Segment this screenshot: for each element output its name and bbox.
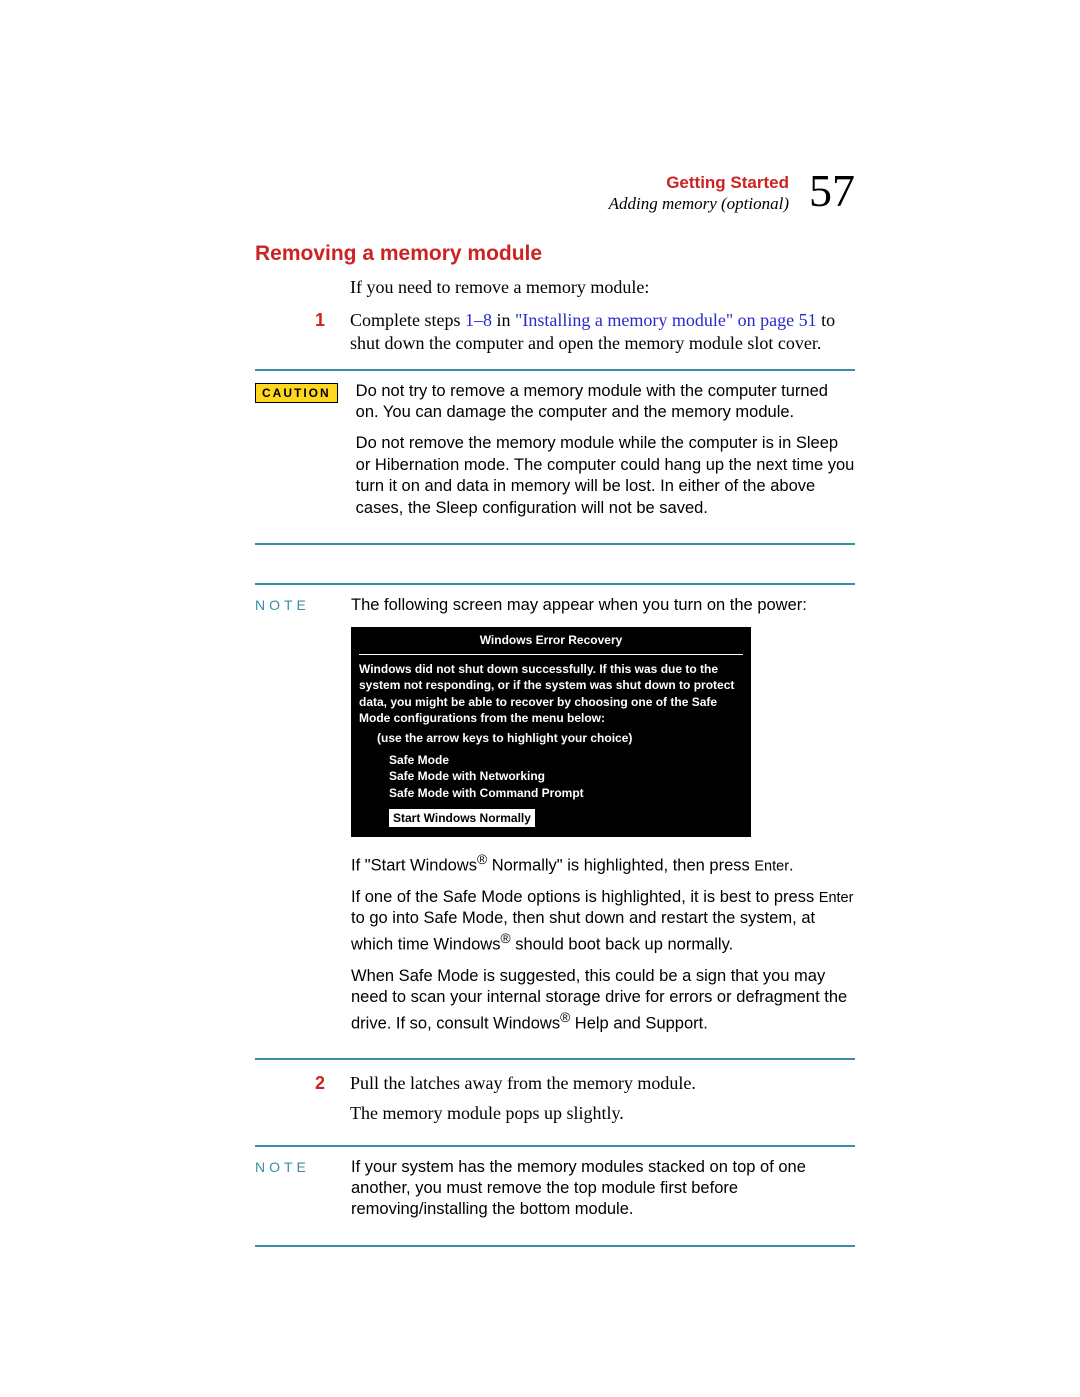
step2-line2: The memory module pops up slightly. <box>350 1102 855 1125</box>
caution-p2: Do not remove the memory module while th… <box>356 433 855 519</box>
boot-options: Safe Mode Safe Mode with Networking Safe… <box>359 752 743 801</box>
caution-block: CAUTION Do not try to remove a memory mo… <box>255 381 855 530</box>
step1-link[interactable]: "Installing a memory module" on page 51 <box>515 310 817 330</box>
step-number: 2 <box>315 1072 350 1130</box>
divider <box>255 1058 855 1060</box>
caution-badge: CAUTION <box>255 383 338 403</box>
step-2: 2 Pull the latches away from the memory … <box>315 1072 855 1130</box>
section-heading: Removing a memory module <box>255 242 855 266</box>
page-number: 57 <box>809 168 855 214</box>
step1-link-range[interactable]: 1–8 <box>465 310 492 330</box>
boot-opt2: Safe Mode with Networking <box>389 768 743 784</box>
boot-start-normally: Start Windows Normally <box>389 809 535 827</box>
boot-title: Windows Error Recovery <box>351 627 751 653</box>
intro-text: If you need to remove a memory module: <box>350 276 855 299</box>
divider <box>255 369 855 371</box>
note1-safe-mode: If one of the Safe Mode options is highl… <box>351 887 855 956</box>
section-title: Adding memory (optional) <box>609 194 789 214</box>
boot-hint: (use the arrow keys to highlight your ch… <box>359 730 743 746</box>
note-label: NOTE <box>255 1159 333 1175</box>
divider <box>255 1245 855 1247</box>
boot-opt3: Safe Mode with Command Prompt <box>389 785 743 801</box>
note1-scan: When Safe Mode is suggested, this could … <box>351 966 855 1035</box>
boot-opt1: Safe Mode <box>389 752 743 768</box>
caution-text: Do not try to remove a memory module wit… <box>356 381 855 530</box>
step-number: 1 <box>315 309 350 355</box>
note-block-2: NOTE If your system has the memory modul… <box>255 1157 855 1231</box>
header-titles: Getting Started Adding memory (optional) <box>609 173 789 214</box>
note-label: NOTE <box>255 597 333 613</box>
boot-body: Windows did not shut down successfully. … <box>351 661 751 827</box>
boot-msg: Windows did not shut down successfully. … <box>359 661 743 726</box>
note1-start-windows: If "Start Windows® Normally" is highligh… <box>351 851 855 877</box>
step2-line1: Pull the latches away from the memory mo… <box>350 1072 855 1095</box>
boot-rule <box>359 654 743 655</box>
divider <box>255 583 855 585</box>
note-block-1: NOTE The following screen may appear whe… <box>255 595 855 1044</box>
step-body: Pull the latches away from the memory mo… <box>350 1072 855 1130</box>
note-text: The following screen may appear when you… <box>351 595 855 1044</box>
page-content: Getting Started Adding memory (optional)… <box>255 168 855 1257</box>
note-text: If your system has the memory modules st… <box>351 1157 855 1231</box>
divider <box>255 1145 855 1147</box>
boot-screen: Windows Error Recovery Windows did not s… <box>351 627 751 837</box>
step-1: 1 Complete steps 1–8 in "Installing a me… <box>315 309 855 355</box>
note1-intro: The following screen may appear when you… <box>351 595 855 616</box>
caution-p1: Do not try to remove a memory module wit… <box>356 381 855 424</box>
chapter-title: Getting Started <box>609 173 789 193</box>
divider <box>255 543 855 545</box>
step1-mid: in <box>492 310 515 330</box>
step1-prefix: Complete steps <box>350 310 465 330</box>
step-body: Complete steps 1–8 in "Installing a memo… <box>350 309 855 355</box>
page-header: Getting Started Adding memory (optional)… <box>255 168 855 214</box>
note2-text: If your system has the memory modules st… <box>351 1157 855 1221</box>
